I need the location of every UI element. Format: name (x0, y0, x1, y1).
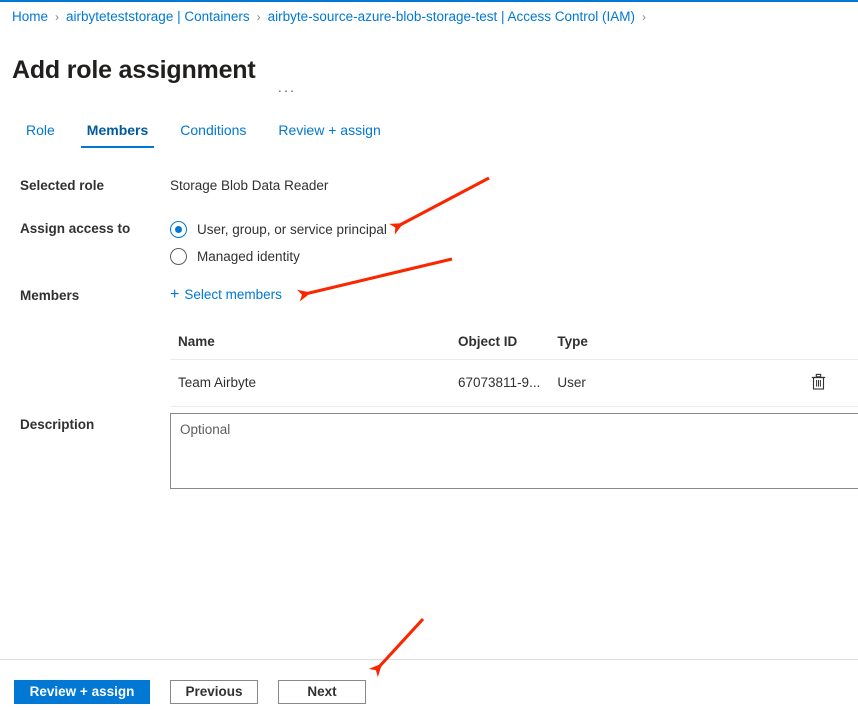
assign-access-to-radio-group: User, group, or service principal Manage… (170, 216, 387, 270)
column-header-name: Name (170, 330, 450, 360)
radio-managed-identity[interactable]: Managed identity (170, 243, 387, 270)
breadcrumb-separator-icon: › (642, 8, 646, 26)
arrow-to-next-button (378, 619, 423, 668)
radio-user-group-service-principal-label: User, group, or service principal (197, 221, 387, 239)
previous-button[interactable]: Previous (170, 680, 258, 704)
selected-role-value: Storage Blob Data Reader (170, 177, 328, 195)
cell-member-name: Team Airbyte (170, 360, 450, 407)
next-button[interactable]: Next (278, 680, 366, 704)
page-title-row: Add role assignment ··· (12, 38, 300, 102)
table-row: Team Airbyte 67073811-9... User (170, 360, 858, 407)
top-accent-bar (0, 0, 858, 2)
column-header-object-id: Object ID (450, 330, 549, 360)
column-header-actions (801, 330, 858, 360)
radio-selected-icon (170, 221, 187, 238)
tab-review-assign[interactable]: Review + assign (270, 120, 388, 148)
footer-actions: Review + assign Previous Next (14, 680, 386, 704)
arrow-to-user-group-radio (398, 178, 489, 226)
breadcrumb-item-home[interactable]: Home (12, 8, 48, 26)
assign-access-to-label: Assign access to (20, 220, 130, 238)
selected-role-label: Selected role (20, 177, 104, 195)
wizard-tabs: Role Members Conditions Review + assign (18, 120, 405, 148)
members-label: Members (20, 287, 79, 305)
breadcrumb: Home › airbyteteststorage | Containers ›… (12, 8, 653, 26)
more-options-icon[interactable]: ··· (273, 80, 300, 100)
plus-icon: + (170, 287, 179, 303)
breadcrumb-item-access-control[interactable]: airbyte-source-azure-blob-storage-test |… (268, 8, 635, 26)
breadcrumb-separator-icon: › (55, 8, 59, 26)
breadcrumb-item-storage-containers[interactable]: airbyteteststorage | Containers (66, 8, 250, 26)
trash-icon[interactable] (809, 372, 828, 394)
radio-managed-identity-label: Managed identity (197, 248, 300, 266)
radio-user-group-service-principal[interactable]: User, group, or service principal (170, 216, 387, 243)
description-label: Description (20, 416, 94, 434)
tab-role[interactable]: Role (18, 120, 63, 148)
select-members-label: Select members (184, 286, 282, 304)
select-members-button[interactable]: + Select members (170, 286, 282, 304)
cell-actions (801, 360, 858, 407)
cell-member-type: User (549, 360, 801, 407)
table-header-row: Name Object ID Type (170, 330, 858, 360)
footer-divider (0, 659, 858, 660)
review-assign-button[interactable]: Review + assign (14, 680, 150, 704)
cell-member-object-id: 67073811-9... (450, 360, 549, 407)
column-header-type: Type (549, 330, 801, 360)
tab-members[interactable]: Members (79, 120, 156, 148)
tab-conditions[interactable]: Conditions (172, 120, 254, 148)
radio-unselected-icon (170, 248, 187, 265)
members-table: Name Object ID Type Team Airbyte 6707381… (170, 330, 858, 407)
description-input[interactable] (170, 413, 858, 489)
page-title: Add role assignment (12, 55, 255, 85)
breadcrumb-separator-icon: › (257, 8, 261, 26)
